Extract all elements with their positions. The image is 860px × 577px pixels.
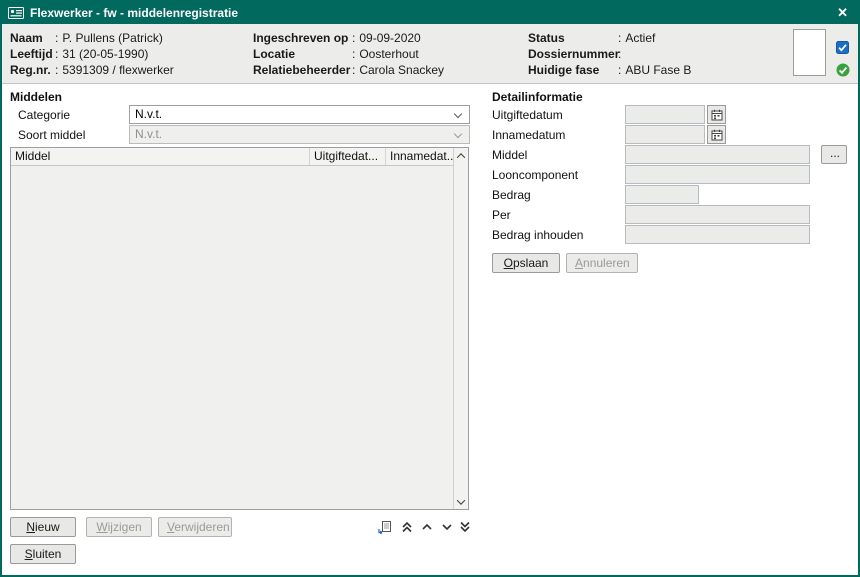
naam-value: P. Pullens (Patrick): [62, 31, 162, 45]
soort-middel-selected-value: N.v.t.: [135, 127, 162, 141]
bedrag-label: Bedrag: [492, 188, 531, 202]
ingeschreven-value: 09-09-2020: [359, 31, 420, 45]
relatiebeheerder-value: Carola Snackey: [359, 63, 444, 77]
nieuw-button[interactable]: Nieuw: [10, 517, 76, 537]
middelen-table[interactable]: Middel Uitgiftedat... Innamedat...: [10, 147, 469, 510]
person-info-panel: Naam:P. Pullens (Patrick) Leeftijd:31 (2…: [2, 24, 858, 84]
copy-icon[interactable]: [377, 519, 393, 535]
wijzigen-button[interactable]: Wijzigen: [86, 517, 152, 537]
uitgiftedatum-input[interactable]: [625, 105, 705, 124]
naam-label: Naam: [10, 30, 55, 46]
per-input[interactable]: [625, 205, 810, 224]
move-down-icon[interactable]: [439, 519, 455, 535]
close-icon[interactable]: ✕: [833, 3, 852, 23]
chevron-down-icon: [454, 110, 462, 118]
opslaan-button[interactable]: Opslaan: [492, 253, 560, 273]
chevron-down-icon: [454, 130, 462, 138]
innamedatum-input[interactable]: [625, 125, 705, 144]
middelen-table-body: [11, 167, 453, 509]
move-up-icon[interactable]: [419, 519, 435, 535]
verwijderen-button[interactable]: Verwijderen: [158, 517, 232, 537]
regnr-label: Reg.nr.: [10, 62, 55, 78]
middelen-section-title: Middelen: [10, 90, 62, 104]
soort-middel-select[interactable]: N.v.t.: [129, 125, 470, 144]
col-uitgiftedatum[interactable]: Uitgiftedat...: [310, 148, 386, 165]
huidige-fase-value: ABU Fase B: [625, 63, 691, 77]
regnr-value: 5391309 / flexwerker: [62, 63, 173, 77]
move-bottom-icon[interactable]: [457, 519, 473, 535]
middelen-table-header: Middel Uitgiftedat... Innamedat...: [11, 148, 453, 166]
locatie-value: Oosterhout: [359, 47, 418, 61]
photo-placeholder: [793, 29, 826, 76]
leeftijd-label: Leeftijd: [10, 46, 55, 62]
person-info-col2: Ingeschreven op:09-09-2020 Locatie:Ooste…: [253, 30, 444, 78]
locatie-label: Locatie: [253, 46, 352, 62]
scroll-down-icon[interactable]: [454, 494, 468, 509]
titlebar[interactable]: Flexwerker - fw - middelenregistratie ✕: [2, 2, 858, 24]
status-label: Status: [528, 30, 618, 46]
bedrag-input[interactable]: [625, 185, 699, 204]
flexwerker-card-icon: [8, 7, 24, 19]
scroll-up-icon[interactable]: [454, 148, 468, 163]
detail-section-title: Detailinformatie: [492, 90, 583, 104]
categorie-label: Categorie: [18, 108, 70, 122]
vertical-scrollbar[interactable]: [453, 148, 468, 509]
per-label: Per: [492, 208, 511, 222]
sluiten-button[interactable]: Sluiten: [10, 544, 76, 564]
innamedatum-calendar-icon[interactable]: [707, 125, 726, 144]
huidige-fase-label: Huidige fase: [528, 62, 618, 78]
middel-browse-button[interactable]: ...: [821, 145, 847, 164]
person-info-col1: Naam:P. Pullens (Patrick) Leeftijd:31 (2…: [10, 30, 174, 78]
looncomponent-label: Looncomponent: [492, 168, 578, 182]
soort-middel-label: Soort middel: [18, 128, 85, 142]
middel-label: Middel: [492, 148, 527, 162]
bedrag-inhouden-input[interactable]: [625, 225, 810, 244]
bedrag-inhouden-label: Bedrag inhouden: [492, 228, 583, 242]
checked-checkbox-icon[interactable]: [836, 41, 849, 54]
status-value: Actief: [625, 31, 655, 45]
categorie-selected-value: N.v.t.: [135, 107, 162, 121]
flexwerker-dialog: Flexwerker - fw - middelenregistratie ✕ …: [0, 0, 860, 577]
move-top-icon[interactable]: [399, 519, 415, 535]
innamedatum-label: Innamedatum: [492, 128, 565, 142]
uitgiftedatum-calendar-icon[interactable]: [707, 105, 726, 124]
col-middel[interactable]: Middel: [11, 148, 310, 165]
person-info-col3: Status:Actief Dossiernummer: Huidige fas…: [528, 30, 691, 78]
status-ok-check-icon: [836, 63, 850, 77]
categorie-select[interactable]: N.v.t.: [129, 105, 470, 124]
relatiebeheerder-label: Relatiebeheerder: [253, 62, 352, 78]
annuleren-button[interactable]: Annuleren: [566, 253, 638, 273]
window-title: Flexwerker - fw - middelenregistratie: [30, 6, 833, 20]
leeftijd-value: 31 (20-05-1990): [62, 47, 148, 61]
middel-input[interactable]: [625, 145, 810, 164]
dossiernummer-label: Dossiernummer: [528, 46, 618, 62]
looncomponent-input[interactable]: [625, 165, 810, 184]
ingeschreven-label: Ingeschreven op: [253, 30, 352, 46]
uitgiftedatum-label: Uitgiftedatum: [492, 108, 563, 122]
col-innamedatum[interactable]: Innamedat...: [386, 148, 453, 165]
